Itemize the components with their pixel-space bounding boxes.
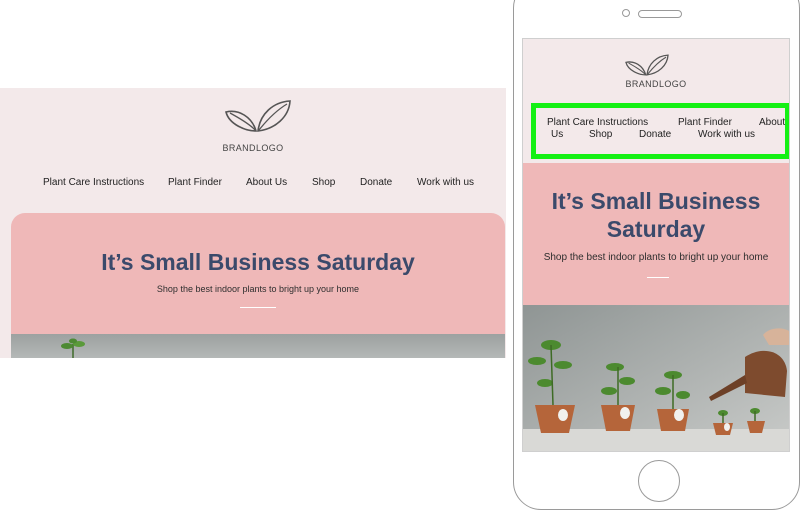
hero-title: It’s Small Business Saturday bbox=[101, 249, 415, 275]
brand-logo-text[interactable]: BRANDLOGO bbox=[0, 143, 506, 153]
hero-divider bbox=[240, 307, 276, 308]
hero-photo bbox=[523, 305, 789, 451]
phone-screen: BRANDLOGO Plant Care Instructions Plant … bbox=[522, 38, 790, 452]
speaker-grille bbox=[638, 10, 682, 18]
leaf-logo-icon bbox=[225, 100, 291, 132]
nav-work-with-us[interactable]: Work with us bbox=[417, 177, 474, 188]
home-button[interactable] bbox=[638, 460, 680, 502]
desktop-view: BRANDLOGO Plant Care Instructions Plant … bbox=[0, 88, 506, 358]
phone-mockup: BRANDLOGO Plant Care Instructions Plant … bbox=[513, 0, 800, 510]
hero-title-line-2: Saturday bbox=[606, 216, 706, 242]
nav-plant-finder[interactable]: Plant Finder bbox=[168, 177, 222, 188]
camera-icon bbox=[622, 9, 630, 17]
nav-plant-care-instructions[interactable]: Plant Care Instructions bbox=[43, 177, 144, 188]
nav-donate[interactable]: Donate bbox=[360, 177, 392, 188]
hero-subtitle: Shop the best indoor plants to bright up… bbox=[543, 252, 769, 263]
hero-title: It’s Small Business Saturday bbox=[523, 187, 789, 243]
hero-divider bbox=[647, 277, 669, 278]
hero-subtitle: Shop the best indoor plants to bright up… bbox=[156, 284, 360, 294]
nav-about-us[interactable]: About Us bbox=[246, 177, 287, 188]
hero-banner: It’s Small Business Saturday Shop the be… bbox=[523, 163, 789, 313]
nav-shop[interactable]: Shop bbox=[312, 177, 335, 188]
hero-title-line-1: It’s Small Business bbox=[551, 188, 761, 214]
nav-highlight-box bbox=[531, 103, 789, 159]
plant-sprig-icon bbox=[61, 338, 85, 358]
